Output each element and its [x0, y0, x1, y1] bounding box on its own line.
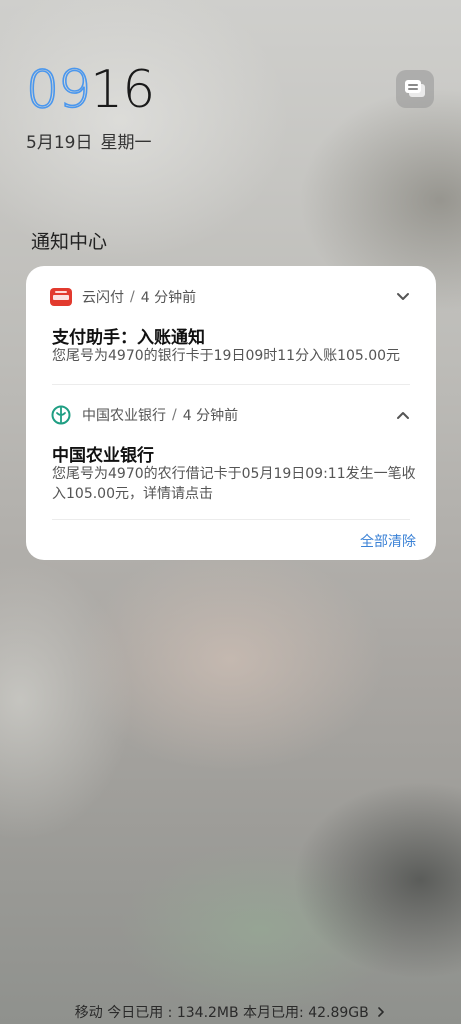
notification-body[interactable]: 您尾号为4970的银行卡于19日09时11分入账105.00元: [52, 346, 402, 366]
abc-bank-icon: [50, 405, 72, 425]
widget-button[interactable]: [396, 70, 434, 108]
data-usage-text: 移动 今日已用 : 134.2MB 本月已用: 42.89GB: [74, 1005, 369, 1021]
notification-title[interactable]: 中国农业银行: [52, 441, 154, 466]
notification-app-name: 云闪付: [82, 290, 124, 306]
clock-hours: 09: [25, 60, 92, 120]
notification-app-name: 中国农业银行: [82, 408, 166, 424]
widget-cards-icon: [405, 80, 425, 97]
notification-card: 云闪付 / 4 分钟前 支付助手：入账通知 您尾号为4970的银行卡于19日09…: [26, 266, 436, 560]
weekday-text: 星期一: [100, 133, 152, 153]
notification-title[interactable]: 支付助手：入账通知: [52, 323, 205, 348]
data-usage-footer[interactable]: 移动 今日已用 : 134.2MB 本月已用: 42.89GB: [0, 1002, 461, 1022]
notification-body[interactable]: 您尾号为4970的农行借记卡于05月19日09:11发生一笔收入105.00元，…: [52, 464, 424, 504]
notification-divider: [52, 519, 410, 520]
header-separator: /: [130, 289, 135, 305]
lockscreen-clock: 0916: [25, 60, 155, 120]
date-text: 5月19日: [26, 133, 93, 153]
notification-time: 4 分钟前: [182, 408, 239, 424]
clock-minutes: 16: [90, 60, 155, 120]
chevron-down-icon[interactable]: [396, 290, 410, 304]
lockscreen-date: 5月19日 星期一: [26, 128, 151, 153]
notification-time: 4 分钟前: [140, 290, 197, 306]
chevron-up-icon[interactable]: [396, 408, 410, 422]
notification-divider: [52, 384, 410, 385]
notification-header-abc[interactable]: 中国农业银行 / 4 分钟前: [50, 405, 238, 425]
unionpay-icon: [50, 287, 72, 307]
clear-all-button[interactable]: 全部清除: [360, 531, 416, 551]
header-separator: /: [172, 407, 177, 423]
notification-center-title: 通知中心: [31, 231, 108, 253]
notification-header-unionpay[interactable]: 云闪付 / 4 分钟前: [50, 287, 196, 307]
chevron-right-icon: [378, 1007, 385, 1017]
